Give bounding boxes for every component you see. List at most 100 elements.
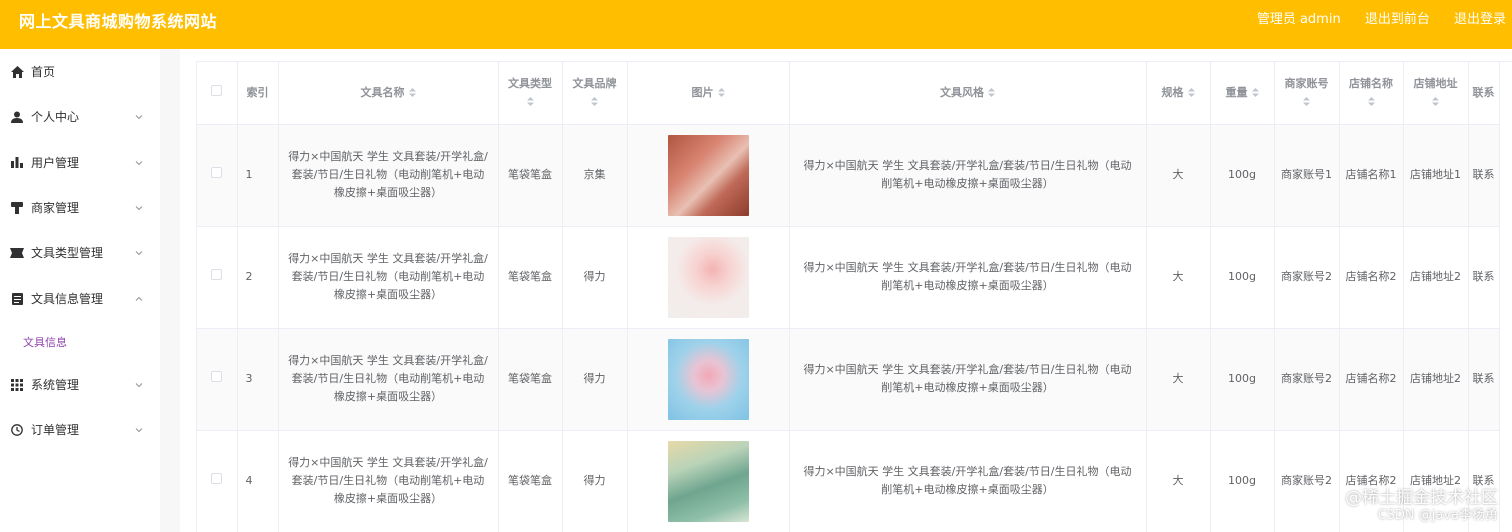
- column-header-weight[interactable]: 重量: [1210, 62, 1275, 125]
- table-row[interactable]: 3 得力×中国航天 学生 文具套装/开学礼盒/套装/节日/生日礼物（电动削笔机+…: [197, 328, 1500, 431]
- sort-icon[interactable]: [988, 88, 995, 98]
- document-icon: [10, 292, 24, 306]
- row-weight: 100g: [1210, 226, 1275, 329]
- admin-label: 管理员 admin: [1256, 12, 1341, 27]
- top-header: 网上文具商城购物系统网站 管理员 admin 退出到前台 退出登录: [0, 0, 1512, 49]
- sidebar-item-users[interactable]: 用户管理: [0, 140, 160, 185]
- row-brand: 京集: [562, 124, 628, 227]
- row-index: 1: [237, 124, 279, 227]
- product-image[interactable]: [667, 236, 749, 318]
- row-spec: 大: [1146, 226, 1211, 329]
- row-checkbox[interactable]: [211, 473, 223, 484]
- product-image[interactable]: [667, 440, 749, 522]
- sort-icon[interactable]: [1303, 97, 1310, 107]
- row-type: 笔袋笔盒: [498, 124, 563, 227]
- sidebar-item-label: 系统管理: [31, 378, 80, 392]
- grid-icon: [10, 378, 24, 392]
- row-style: 得力×中国航天 学生 文具套装/开学礼盒/套装/节日/生日礼物（电动削笔机+电动…: [803, 159, 1132, 190]
- table-row[interactable]: 1 得力×中国航天 学生 文具套装/开学礼盒/套装/节日/生日礼物（电动削笔机+…: [197, 124, 1500, 227]
- back-to-front-link[interactable]: 退出到前台: [1365, 12, 1430, 27]
- column-header-account[interactable]: 商家账号: [1274, 62, 1340, 125]
- row-type: 笔袋笔盒: [498, 328, 563, 431]
- sidebar-item-label: 订单管理: [31, 423, 80, 437]
- row-name: 得力×中国航天 学生 文具套装/开学礼盒/套装/节日/生日礼物（电动削笔机+电动…: [288, 252, 488, 301]
- sidebar-subitem-stationery-info[interactable]: 文具信息: [23, 334, 67, 350]
- row-name: 得力×中国航天 学生 文具套装/开学礼盒/套装/节日/生日礼物（电动削笔机+电动…: [288, 456, 488, 505]
- chevron-down-icon: [135, 114, 143, 119]
- row-shop: 店铺名称2: [1345, 372, 1397, 385]
- row-contact: 联系: [1468, 124, 1500, 227]
- sidebar-item-label: 文具类型管理: [31, 246, 104, 260]
- clock-icon: [10, 423, 24, 437]
- table-row[interactable]: 2 得力×中国航天 学生 文具套装/开学礼盒/套装/节日/生日礼物（电动削笔机+…: [197, 226, 1500, 329]
- column-header-shop[interactable]: 店铺名称: [1339, 62, 1404, 125]
- product-image[interactable]: [667, 134, 749, 216]
- select-all-cell[interactable]: [197, 62, 238, 125]
- sidebar-item-home[interactable]: 首页: [0, 49, 160, 94]
- row-weight: 100g: [1210, 430, 1275, 532]
- logout-link[interactable]: 退出登录: [1454, 12, 1506, 27]
- row-brand: 得力: [562, 226, 628, 329]
- sidebar-item-stationery-types[interactable]: 文具类型管理: [0, 230, 160, 275]
- row-contact: 联系: [1468, 328, 1500, 431]
- row-spec: 大: [1146, 430, 1211, 532]
- table-row[interactable]: 4 得力×中国航天 学生 文具套装/开学礼盒/套装/节日/生日礼物（电动削笔机+…: [197, 430, 1500, 532]
- column-header-spec[interactable]: 规格: [1146, 62, 1211, 125]
- home-icon: [10, 65, 24, 79]
- row-address: 店铺地址2: [1410, 372, 1461, 385]
- sort-icon[interactable]: [1251, 88, 1259, 98]
- chevron-down-icon: [135, 205, 143, 210]
- site-title: 网上文具商城购物系统网站: [19, 12, 218, 31]
- row-style: 得力×中国航天 学生 文具套装/开学礼盒/套装/节日/生日礼物（电动削笔机+电动…: [803, 261, 1132, 292]
- column-header-brand[interactable]: 文具品牌: [562, 62, 628, 125]
- sidebar-item-label: 文具信息管理: [31, 292, 104, 306]
- row-address: 店铺地址2: [1410, 270, 1461, 283]
- row-checkbox[interactable]: [211, 371, 223, 382]
- chevron-down-icon: [135, 427, 143, 432]
- sidebar-item-orders[interactable]: 订单管理: [0, 407, 160, 452]
- sort-icon[interactable]: [717, 88, 725, 98]
- column-header-index: 索引: [237, 62, 279, 125]
- row-brand: 得力: [562, 328, 628, 431]
- row-index: 2: [237, 226, 279, 329]
- row-index: 4: [237, 430, 279, 532]
- column-header-contact: 联系: [1468, 62, 1500, 125]
- row-checkbox[interactable]: [211, 167, 223, 178]
- sort-icon[interactable]: [1432, 97, 1439, 107]
- row-account: 商家账号1: [1281, 168, 1332, 181]
- sidebar-item-system[interactable]: 系统管理: [0, 362, 160, 407]
- row-shop: 店铺名称1: [1345, 168, 1397, 181]
- chevron-down-icon: [135, 382, 143, 387]
- ticket-icon: [10, 246, 24, 260]
- column-header-name[interactable]: 文具名称: [278, 62, 499, 125]
- product-image[interactable]: [667, 338, 749, 420]
- row-weight: 100g: [1210, 328, 1275, 431]
- content-gutter: [160, 49, 180, 532]
- row-index: 3: [237, 328, 279, 431]
- sort-icon[interactable]: [1187, 88, 1195, 98]
- user-icon: [10, 110, 24, 124]
- sort-icon[interactable]: [591, 97, 598, 107]
- stationery-table: 索引 文具名称 文具类型 文具品牌 图片 文具风格 规格 重量 商家账号 店铺名…: [196, 61, 1512, 532]
- column-header-image[interactable]: 图片: [627, 62, 790, 125]
- watermark-line-1: @稀土掘金技术社区: [1345, 488, 1498, 508]
- row-account: 商家账号2: [1281, 372, 1332, 385]
- row-address: 店铺地址1: [1410, 168, 1461, 181]
- sort-icon[interactable]: [1367, 97, 1375, 107]
- sidebar-item-stationery-info[interactable]: 文具信息管理: [0, 276, 160, 321]
- row-account: 商家账号2: [1281, 474, 1332, 487]
- row-contact: 联系: [1468, 226, 1500, 329]
- column-header-address[interactable]: 店铺地址: [1403, 62, 1469, 125]
- sidebar-item-merchants[interactable]: 商家管理: [0, 185, 160, 230]
- shop-icon: [10, 201, 24, 215]
- sidebar-item-profile[interactable]: 个人中心: [0, 94, 160, 139]
- chevron-down-icon: [135, 160, 143, 165]
- row-checkbox[interactable]: [211, 269, 223, 280]
- column-header-type[interactable]: 文具类型: [498, 62, 563, 125]
- sort-icon[interactable]: [408, 88, 416, 98]
- row-shop: 店铺名称2: [1345, 270, 1397, 283]
- sort-icon[interactable]: [526, 97, 534, 107]
- chevron-down-icon: [135, 250, 143, 255]
- column-header-style[interactable]: 文具风格: [789, 62, 1147, 125]
- select-all-checkbox[interactable]: [211, 84, 223, 96]
